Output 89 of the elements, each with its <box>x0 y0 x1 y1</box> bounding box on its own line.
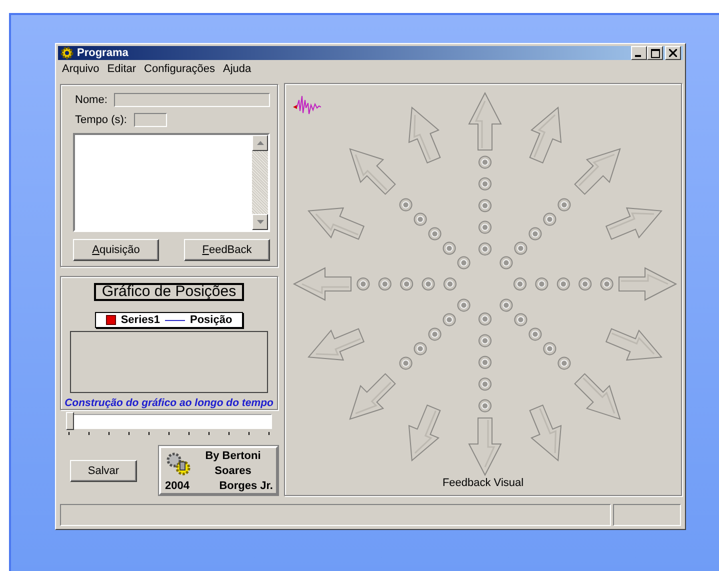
menu-item[interactable]: Arquivo <box>58 63 104 76</box>
indicator-light <box>442 314 456 327</box>
indicator-light <box>356 278 370 291</box>
up-arrow-icon <box>256 141 264 146</box>
arrow-icon <box>408 106 441 164</box>
arrow-icon <box>292 268 352 302</box>
indicator-light <box>478 221 492 234</box>
indicator-light <box>478 200 492 212</box>
action-button[interactable]: Aquisição <box>73 239 159 262</box>
menu-item[interactable]: Editar <box>103 63 140 76</box>
indicator-light <box>457 299 470 312</box>
arrow-icon <box>574 374 621 420</box>
indicator-light <box>478 400 492 413</box>
indicator-light <box>399 198 412 212</box>
indicator-light <box>514 278 526 291</box>
indicator-light <box>543 213 556 226</box>
action-button[interactable]: FeedBack <box>184 239 270 262</box>
input-field[interactable] <box>114 92 270 107</box>
slider-thumb[interactable] <box>66 412 74 430</box>
indicator-light <box>478 178 492 191</box>
indicator-light <box>414 342 427 356</box>
arrow-icon <box>605 208 662 240</box>
legend-label: Series1 <box>120 314 160 326</box>
arrow-icon <box>308 208 365 240</box>
indicator-light <box>457 256 470 270</box>
indicator-light <box>478 378 492 391</box>
legend-label: Posição <box>190 314 232 326</box>
credits-year: 2004 <box>165 478 190 494</box>
indicator-light <box>478 312 492 326</box>
close-button[interactable] <box>665 46 681 60</box>
credits-text: Soares <box>214 464 252 479</box>
gear-icon <box>60 46 74 60</box>
gears-icon <box>165 451 193 478</box>
arrow-icon <box>349 148 396 196</box>
indicator-light <box>528 228 542 241</box>
arrow-icon <box>468 92 502 151</box>
maximize-button[interactable] <box>647 46 663 60</box>
panel-label: Feedback Visual <box>442 477 524 490</box>
indicator-light <box>478 242 492 256</box>
scrollbar[interactable] <box>252 135 268 230</box>
credits-text: Borges Jr. <box>218 478 273 494</box>
down-arrow-icon <box>256 220 264 224</box>
indicator-light <box>500 256 513 270</box>
menu-item[interactable]: Configurações <box>140 63 219 76</box>
indicator-light <box>422 278 435 291</box>
indicator-light <box>478 334 492 348</box>
indicator-light <box>428 228 442 241</box>
indicator-light <box>400 278 414 291</box>
indicator-light <box>478 156 492 170</box>
arrow-icon <box>468 418 502 476</box>
arrow-icon <box>618 268 678 302</box>
arrow-icon <box>529 106 562 164</box>
indicator-light <box>500 299 513 312</box>
indicator-light <box>578 278 592 291</box>
indicator-light <box>428 328 442 342</box>
indicator-light <box>558 198 571 212</box>
arrow-icon <box>574 148 621 196</box>
text-area[interactable] <box>73 133 270 232</box>
arrow-icon <box>605 328 662 361</box>
indicator-light <box>600 278 614 291</box>
arrow-icon <box>529 404 562 462</box>
maximize-icon <box>650 48 660 58</box>
indicator-light <box>535 278 548 291</box>
field-label: Nome: <box>75 94 108 106</box>
credits-text: By Bertoni <box>204 449 262 464</box>
indicator-light <box>558 357 571 370</box>
chart-title: Gráfico de Posições <box>94 283 244 302</box>
arrow-icon <box>408 404 441 462</box>
indicator-light <box>444 278 456 291</box>
arrow-icon <box>349 374 396 420</box>
indicator-light <box>543 342 556 356</box>
indicator-light <box>378 278 392 291</box>
indicator-light <box>528 328 542 342</box>
minimize-button[interactable] <box>631 46 647 60</box>
close-icon <box>669 49 677 58</box>
indicator-light <box>414 213 427 226</box>
chart-caption: Construção do gráfico ao longo do tempo <box>64 397 274 410</box>
indicator-light <box>399 357 412 370</box>
window-title: Programa <box>77 47 130 60</box>
indicator-light <box>514 314 528 327</box>
arrow-icon <box>308 328 365 361</box>
field-label: Tempo (s): <box>75 114 127 126</box>
indicator-light <box>514 242 528 256</box>
indicator-light <box>478 356 492 370</box>
indicator-light <box>442 242 456 256</box>
input-field[interactable] <box>134 112 167 127</box>
indicator-light <box>556 278 570 291</box>
save-button[interactable]: Salvar <box>70 460 137 482</box>
menu-item[interactable]: Ajuda <box>218 63 256 76</box>
